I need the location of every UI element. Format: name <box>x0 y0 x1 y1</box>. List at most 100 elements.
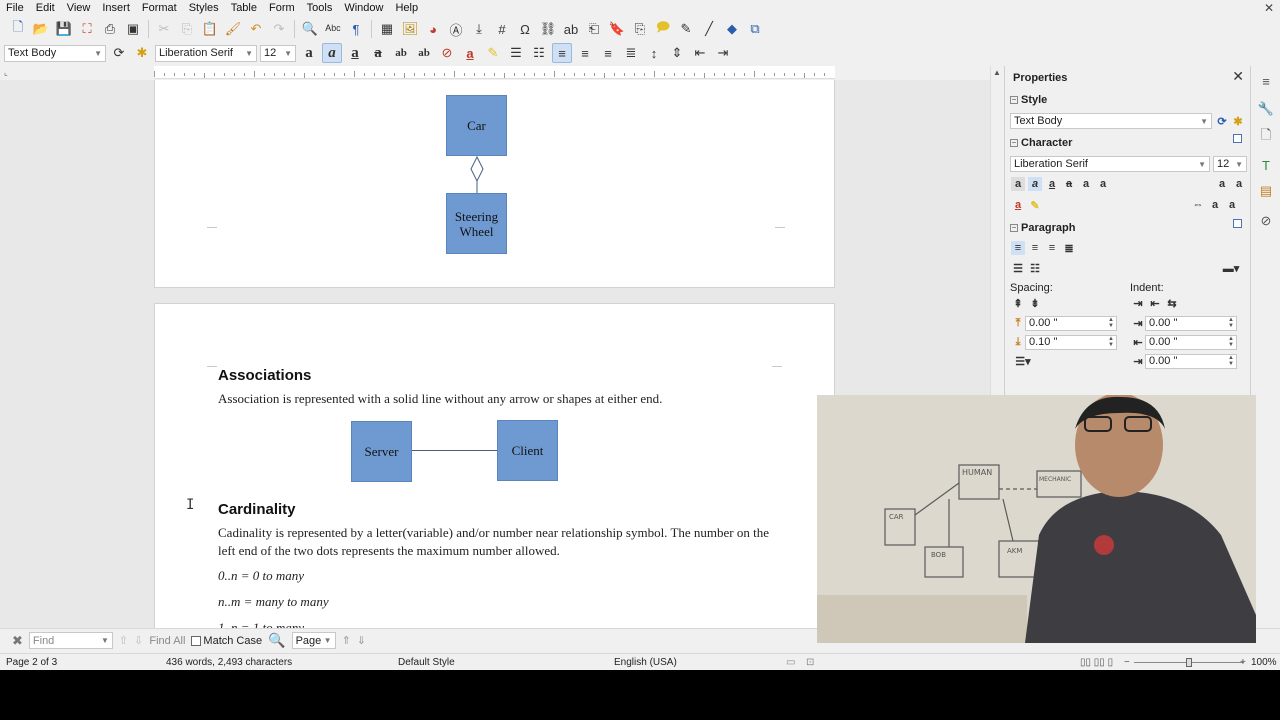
styles-deck-icon[interactable]: T <box>1257 156 1275 174</box>
align-left-icon[interactable]: ≡ <box>1011 241 1025 255</box>
menu-format[interactable]: Format <box>136 0 183 16</box>
insert-field-icon[interactable]: # <box>492 19 512 39</box>
menu-window[interactable]: Window <box>338 0 389 16</box>
before-indent-field[interactable]: 0.00 " ▲ ▼ <box>1145 316 1237 331</box>
bold-icon[interactable]: a <box>299 43 319 63</box>
special-character-icon[interactable]: Ω <box>515 19 535 39</box>
new-document-icon[interactable]: 🗋 <box>8 19 28 39</box>
paragraph-spacing-icon[interactable]: ⇕ <box>667 43 687 63</box>
navigate-up-icon[interactable]: ⇑ <box>342 634 351 647</box>
uml-class-car[interactable]: Car <box>446 95 507 156</box>
more-options-icon[interactable] <box>1233 134 1242 143</box>
navigate-down-icon[interactable]: ⇓ <box>357 634 366 647</box>
sidebar-size-combo[interactable]: 12 ▼ <box>1213 156 1247 172</box>
update-style-icon[interactable]: ⟳ <box>1215 114 1229 128</box>
find-input[interactable]: Find ▼ <box>28 632 113 649</box>
spin-arrows-icon[interactable]: ▲ ▼ <box>1108 317 1114 329</box>
numbered-list-icon[interactable]: ☷ <box>1028 261 1042 275</box>
uml-class-server[interactable]: Server <box>351 421 412 482</box>
decrease-indent-icon[interactable]: ⇤ <box>1148 296 1162 310</box>
redo-icon[interactable]: ↷ <box>269 19 289 39</box>
close-findbar-icon[interactable]: ✖ <box>12 633 23 649</box>
superscript-icon[interactable]: ab <box>391 43 411 63</box>
font-name-combo[interactable]: Liberation Serif ▼ <box>155 44 257 62</box>
word-count[interactable]: 436 words, 2,493 characters <box>166 657 292 668</box>
underline-icon[interactable]: a <box>345 43 365 63</box>
increase-font-icon[interactable]: a <box>1215 177 1229 191</box>
update-style-icon[interactable]: ⟳ <box>109 43 129 63</box>
collapse-icon[interactable]: − <box>1010 224 1018 232</box>
justify-icon[interactable]: ≣ <box>621 43 641 63</box>
paragraph-style-combo[interactable]: Text Body ▼ <box>4 44 106 62</box>
style-section-header[interactable]: − Style <box>1010 94 1047 106</box>
find-replace-icon[interactable]: 🔍 <box>300 19 320 39</box>
increase-indent-icon[interactable]: ⇥ <box>713 43 733 63</box>
zoom-level[interactable]: 100% <box>1251 657 1277 668</box>
subscript-icon[interactable]: ab <box>414 43 434 63</box>
numbered-list-icon[interactable]: ☷ <box>529 43 549 63</box>
menu-tools[interactable]: Tools <box>301 0 339 16</box>
save-icon[interactable]: 💾 <box>54 19 74 39</box>
insert-mode-icon[interactable]: ▭ <box>786 657 795 668</box>
font-color-icon[interactable]: a <box>1011 198 1025 212</box>
page-indicator[interactable]: Page 2 of 3 <box>6 657 57 668</box>
overline-icon[interactable]: a <box>1079 177 1093 191</box>
find-replace-icon[interactable]: 🔍 <box>268 632 285 649</box>
horizontal-ruler[interactable] <box>154 66 835 79</box>
insert-page-break-icon[interactable]: ⤓ <box>469 19 489 39</box>
export-pdf-icon[interactable]: ⛶ <box>77 19 97 39</box>
insert-textbox-icon[interactable]: Ⓐ <box>446 19 466 39</box>
basic-shapes-icon[interactable]: ◆ <box>722 19 742 39</box>
strikethrough-icon[interactable]: a <box>368 43 388 63</box>
print-icon[interactable]: ⎙ <box>100 19 120 39</box>
page-1[interactable]: Car Steering Wheel <box>154 80 835 288</box>
uml-class-steering-wheel[interactable]: Steering Wheel <box>446 193 507 254</box>
spin-arrows-icon[interactable]: ▲ ▼ <box>1228 355 1234 367</box>
find-previous-icon[interactable]: ⇧ <box>119 634 128 647</box>
menu-view[interactable]: View <box>61 0 97 16</box>
menu-table[interactable]: Table <box>225 0 263 16</box>
insert-chart-icon[interactable]: ◕ <box>423 19 443 39</box>
paste-icon[interactable]: 📋 <box>200 19 220 39</box>
language-indicator[interactable]: English (USA) <box>614 657 677 668</box>
find-next-icon[interactable]: ⇩ <box>134 634 143 647</box>
background-color-icon[interactable]: ▬▾ <box>1217 261 1245 275</box>
shadow-icon[interactable]: a <box>1096 177 1110 191</box>
uml-class-client[interactable]: Client <box>497 420 558 481</box>
highlight-icon[interactable]: ✎ <box>483 43 503 63</box>
find-all-button[interactable]: Find All <box>149 635 185 647</box>
bullet-list-icon[interactable]: ☰ <box>506 43 526 63</box>
formatting-marks-icon[interactable]: ¶ <box>346 19 366 39</box>
decrease-font-icon[interactable]: a <box>1232 177 1246 191</box>
bookmark-icon[interactable]: 🔖 <box>607 19 627 39</box>
endnote-icon[interactable]: ⎗ <box>584 19 604 39</box>
font-color-icon[interactable]: a <box>460 43 480 63</box>
menu-help[interactable]: Help <box>389 0 424 16</box>
menu-edit[interactable]: Edit <box>30 0 61 16</box>
bullet-list-icon[interactable]: ☰ <box>1011 261 1025 275</box>
below-spacing-field[interactable]: 0.10 " ▲ ▼ <box>1025 335 1117 350</box>
close-sidebar-icon[interactable]: ✕ <box>1232 68 1244 85</box>
cross-reference-icon[interactable]: ⎘ <box>630 19 650 39</box>
after-indent-field[interactable]: 0.00 " ▲ ▼ <box>1145 335 1237 350</box>
character-spacing-icon[interactable]: ⇔ <box>1191 198 1205 212</box>
align-right-icon[interactable]: ≡ <box>1045 241 1059 255</box>
subscript-icon[interactable]: a <box>1225 198 1239 212</box>
decrease-indent-icon[interactable]: ⇤ <box>690 43 710 63</box>
zoom-slider-knob[interactable] <box>1186 658 1192 667</box>
justify-icon[interactable]: ≣ <box>1062 241 1076 255</box>
close-document-icon[interactable]: ✕ <box>1264 1 1274 15</box>
zoom-out-icon[interactable]: − <box>1124 657 1130 668</box>
strikethrough-icon[interactable]: a <box>1062 177 1076 191</box>
underline-icon[interactable]: a <box>1045 177 1059 191</box>
insert-line-icon[interactable]: ╱ <box>699 19 719 39</box>
undo-icon[interactable]: ↶ <box>246 19 266 39</box>
menu-styles[interactable]: Styles <box>183 0 225 16</box>
increase-spacing-icon[interactable]: ⇞ <box>1011 296 1025 310</box>
draw-functions-icon[interactable]: ⧉ <box>745 19 765 39</box>
cut-icon[interactable]: ✂ <box>154 19 174 39</box>
insert-image-icon[interactable]: 🖼 <box>400 19 420 39</box>
above-spacing-field[interactable]: 0.00 " ▲ ▼ <box>1025 316 1117 331</box>
paragraph-section-header[interactable]: − Paragraph <box>1010 222 1075 234</box>
gallery-deck-icon[interactable]: ▤ <box>1257 182 1275 200</box>
